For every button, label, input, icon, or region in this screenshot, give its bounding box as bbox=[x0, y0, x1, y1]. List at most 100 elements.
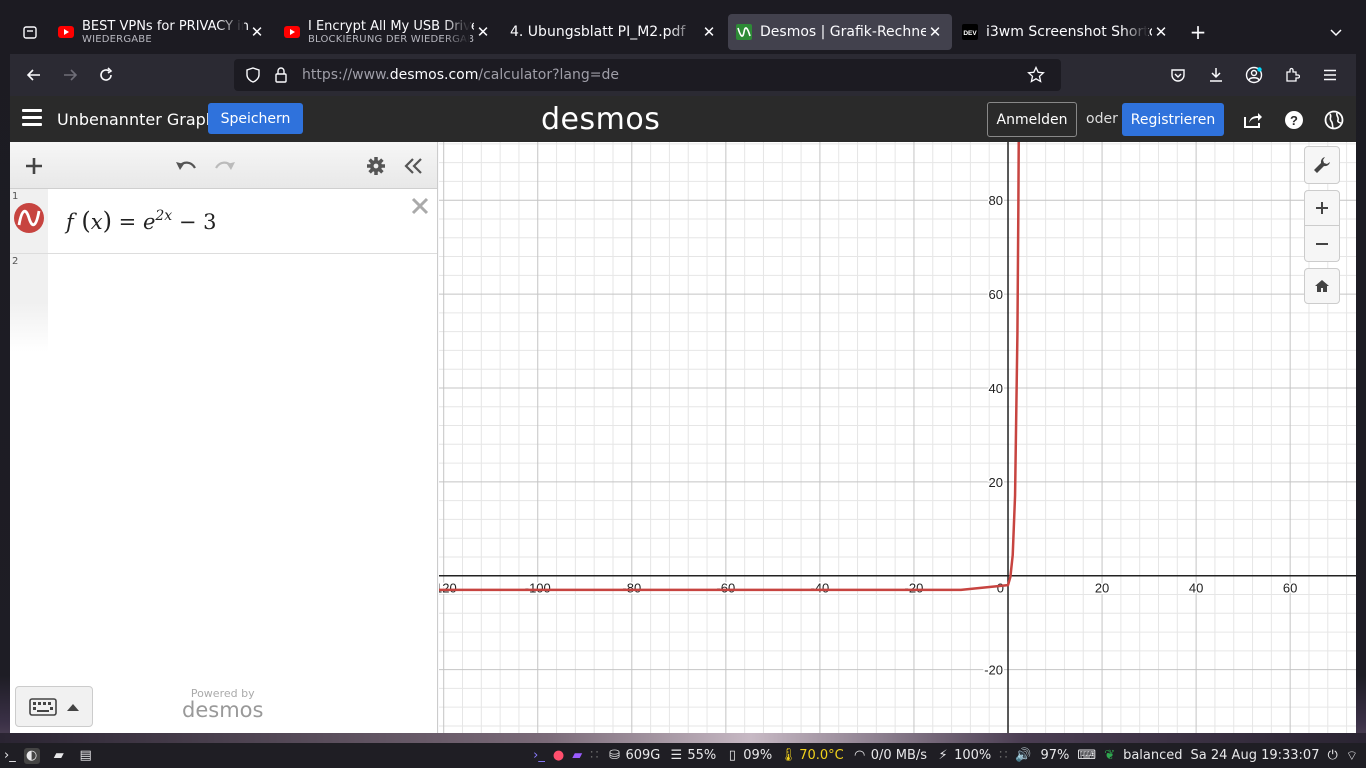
power-icon[interactable]: ⏻ bbox=[1327, 748, 1337, 763]
undo-button[interactable] bbox=[174, 154, 198, 178]
expression-toolbar bbox=[10, 142, 437, 189]
share-icon[interactable] bbox=[1242, 109, 1264, 131]
files-taskbar-icon[interactable]: ▰ bbox=[51, 748, 70, 764]
wifi-icon: ◠ bbox=[854, 748, 866, 763]
x-tick-label: -20 bbox=[905, 581, 924, 596]
or-label: oder bbox=[1086, 111, 1118, 127]
zoom-in-button[interactable] bbox=[1304, 190, 1340, 226]
pocket-icon bbox=[1171, 69, 1185, 82]
desmos-icon bbox=[736, 24, 752, 40]
default-viewport-button[interactable] bbox=[1304, 268, 1340, 304]
y-tick-label: 20 bbox=[989, 475, 1003, 490]
x-tick-label: 20 bbox=[1095, 581, 1109, 596]
lock-icon[interactable] bbox=[270, 64, 292, 86]
register-button[interactable]: Registrieren bbox=[1122, 103, 1224, 136]
zoom-out-button[interactable] bbox=[1304, 226, 1340, 262]
reload-button[interactable] bbox=[90, 59, 122, 91]
powered-by-logo: desmos bbox=[182, 698, 264, 722]
close-tab-icon[interactable]: ✕ bbox=[248, 23, 266, 41]
shield-icon[interactable] bbox=[242, 64, 264, 86]
graph-paper[interactable]: -120 -100 -80 -60 -40 -20 0 20 40 60 -20 20 40 60 80 bbox=[439, 142, 1356, 733]
x-tick-label: -80 bbox=[622, 581, 641, 596]
speaker-icon: 🔊 bbox=[1015, 748, 1032, 763]
close-tab-icon[interactable]: ✕ bbox=[926, 23, 944, 41]
tab-title-fade bbox=[218, 18, 244, 46]
keypad-toggle-button[interactable] bbox=[15, 686, 93, 727]
extensions-button[interactable] bbox=[1276, 59, 1308, 91]
url-bar[interactable]: https://www.desmos.com/calculator?lang=d… bbox=[234, 59, 1061, 91]
expression-formula[interactable]: f (x) = e2x − 3 bbox=[66, 207, 217, 235]
window-list-icon[interactable]: ▤ bbox=[78, 748, 97, 764]
browser-tab[interactable]: I Encrypt All My USB Drives BLOCKIERUNG D… bbox=[276, 14, 500, 50]
power-profile[interactable]: balanced bbox=[1123, 748, 1182, 763]
menu-button[interactable] bbox=[1314, 59, 1346, 91]
terminal-icon[interactable]: ›_ bbox=[533, 748, 545, 763]
volume-status[interactable]: 🔊 97% bbox=[1015, 748, 1069, 764]
new-tab-button[interactable]: + bbox=[1180, 14, 1216, 50]
folder-taskbar-icon[interactable]: ▰ bbox=[572, 748, 582, 763]
back-button[interactable] bbox=[18, 59, 50, 91]
puzzle-icon bbox=[1286, 67, 1300, 82]
x-tick-label: 40 bbox=[1189, 581, 1203, 596]
workspace-indicator[interactable]: ◐ bbox=[23, 747, 43, 764]
firefox-view-icon bbox=[23, 26, 37, 39]
keyboard-layout-icon[interactable]: ⌨ bbox=[1077, 748, 1096, 763]
account-button[interactable] bbox=[1238, 59, 1270, 91]
temperature-status: 🌡 70.0°C bbox=[779, 748, 844, 763]
x-tick-label: 60 bbox=[1283, 581, 1297, 596]
close-tab-icon[interactable]: ✕ bbox=[700, 23, 718, 41]
browser-tab[interactable]: Desmos | Grafik-Rechner ✕ bbox=[728, 14, 952, 50]
list-all-tabs-button[interactable] bbox=[1316, 10, 1356, 54]
y-tick-label: 60 bbox=[989, 287, 1003, 302]
function-curve bbox=[439, 142, 1020, 592]
tab-title-fade bbox=[670, 18, 696, 46]
globe-icon[interactable] bbox=[1323, 109, 1345, 131]
youtube-icon bbox=[284, 24, 300, 40]
close-tab-icon[interactable]: ✕ bbox=[474, 23, 492, 41]
graph-svg[interactable]: -120 -100 -80 -60 -40 -20 0 20 40 60 -20 20 40 60 80 bbox=[439, 142, 1356, 733]
expression-row-empty[interactable]: 2 bbox=[10, 254, 437, 319]
graph-title[interactable]: Unbenannter Graph bbox=[57, 110, 216, 129]
x-tick-label: -40 bbox=[811, 581, 830, 596]
window-icon: ▤ bbox=[79, 748, 92, 763]
add-item-button[interactable] bbox=[22, 154, 46, 178]
delete-expression-icon[interactable] bbox=[409, 195, 431, 217]
clock: Sa 24 Aug 19:33:07 bbox=[1190, 748, 1320, 763]
bookmark-star-icon[interactable] bbox=[1025, 64, 1047, 86]
browser-tab[interactable]: 4. Übungsblatt PI_M2.pdf ✕ bbox=[502, 14, 726, 50]
browser-tab[interactable]: BEST VPNs for PRIVACY in 2 WIEDERGABE ✕ bbox=[50, 14, 274, 50]
forward-button[interactable] bbox=[54, 59, 86, 91]
separator-dots-2: ∷ bbox=[999, 748, 1008, 763]
keyboard-icon bbox=[29, 697, 57, 716]
hamburger-menu-icon[interactable] bbox=[22, 109, 42, 129]
login-button[interactable]: Anmelden bbox=[987, 102, 1077, 137]
help-icon[interactable]: ? bbox=[1283, 109, 1305, 131]
expression-number: 1 bbox=[12, 191, 19, 202]
system-taskbar: ›_ ◐ ▰ ▤ ›_ ● ▰ ∷ ⛁ 609G ☰ 55% ▯ 09% 🌡 70.0°… bbox=[0, 743, 1366, 768]
wifi-tray-icon[interactable]: ⌔ bbox=[1346, 748, 1358, 764]
redo-icon bbox=[215, 161, 235, 170]
browser-tab[interactable]: DEVi3wm Screenshot Shortcuts✕ bbox=[954, 14, 1178, 50]
wallpaper-strip bbox=[0, 733, 1366, 743]
url-text[interactable]: https://www.desmos.com/calculator?lang=d… bbox=[302, 67, 619, 83]
swap-status: ▯ 09% bbox=[724, 748, 772, 764]
navigation-bar: https://www.desmos.com/calculator?lang=d… bbox=[10, 54, 1356, 96]
firefox-view-button[interactable] bbox=[10, 10, 50, 54]
expression-row[interactable]: 1 f (x) = e2x − 3 bbox=[10, 189, 437, 254]
downloads-button[interactable] bbox=[1200, 59, 1232, 91]
pocket-button[interactable] bbox=[1162, 59, 1194, 91]
terminal-prompt-icon[interactable]: ›_ bbox=[4, 748, 16, 763]
powered-by[interactable]: Powered by desmos bbox=[182, 687, 264, 722]
close-tab-icon[interactable]: ✕ bbox=[1152, 23, 1170, 41]
save-button[interactable]: Speichern bbox=[208, 103, 303, 134]
graph-curve-icon[interactable] bbox=[14, 203, 44, 233]
browser-taskbar-icon[interactable]: ● bbox=[553, 748, 564, 763]
settings-gear-icon[interactable] bbox=[364, 154, 388, 178]
redo-button[interactable] bbox=[213, 154, 237, 178]
zoom-out-icon bbox=[1316, 242, 1328, 245]
toolbar-right bbox=[1158, 59, 1348, 91]
graph-settings-button[interactable] bbox=[1304, 146, 1340, 184]
svg-text:?: ? bbox=[1290, 113, 1298, 128]
wrench-icon bbox=[1314, 157, 1330, 173]
collapse-list-button[interactable] bbox=[402, 154, 426, 178]
